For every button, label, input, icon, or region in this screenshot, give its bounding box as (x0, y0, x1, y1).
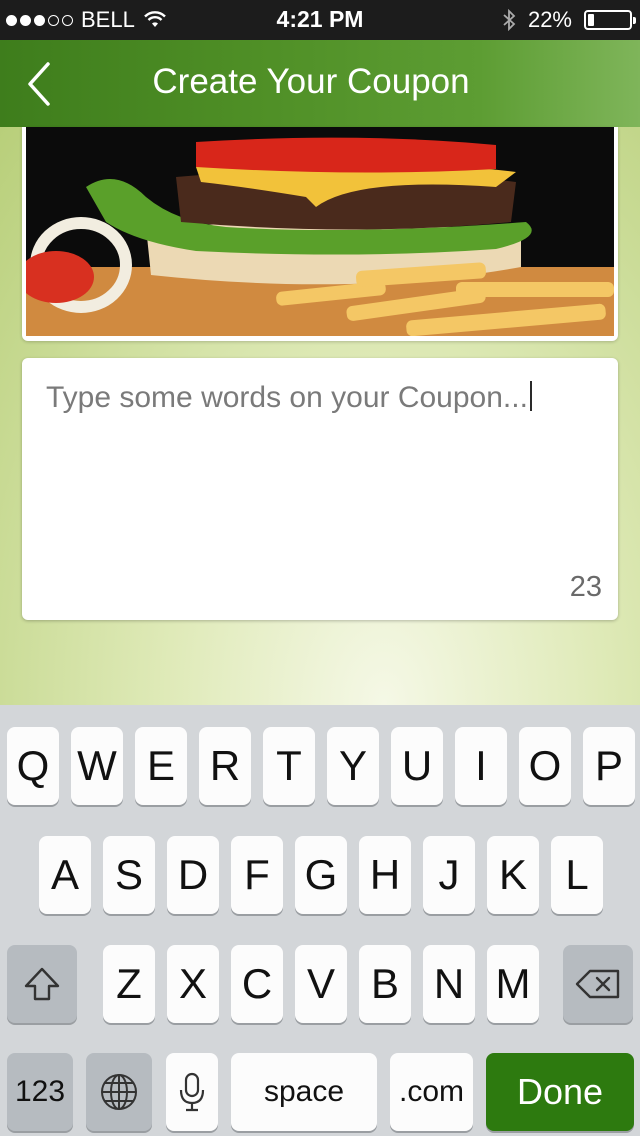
shift-key[interactable] (7, 945, 77, 1023)
key-y[interactable]: Y (327, 727, 379, 805)
coupon-image-card[interactable] (22, 127, 618, 341)
key-v[interactable]: V (295, 945, 347, 1023)
battery-icon (584, 10, 636, 30)
delete-key[interactable] (563, 945, 633, 1023)
dotcom-key[interactable]: .com (390, 1053, 473, 1131)
key-a[interactable]: A (39, 836, 91, 914)
key-n[interactable]: N (423, 945, 475, 1023)
coupon-editor: Type some words on your Coupon... 23 (0, 127, 640, 705)
key-w[interactable]: W (71, 727, 123, 805)
globe-icon (101, 1074, 137, 1110)
globe-key[interactable] (86, 1053, 152, 1131)
status-right: 22% (502, 7, 636, 33)
key-e[interactable]: E (135, 727, 187, 805)
key-t[interactable]: T (263, 727, 315, 805)
key-k[interactable]: K (487, 836, 539, 914)
key-d[interactable]: D (167, 836, 219, 914)
burger-photo (26, 127, 614, 336)
microphone-key[interactable] (166, 1053, 218, 1131)
key-o[interactable]: O (519, 727, 571, 805)
key-p[interactable]: P (583, 727, 635, 805)
key-l[interactable]: L (551, 836, 603, 914)
space-key[interactable]: space (231, 1053, 377, 1131)
battery-percent: 22% (527, 7, 572, 32)
key-f[interactable]: F (231, 836, 283, 914)
coupon-text-placeholder: Type some words on your Coupon... (46, 381, 532, 415)
key-j[interactable]: J (423, 836, 475, 914)
key-h[interactable]: H (359, 836, 411, 914)
navigation-bar: Create Your Coupon (0, 40, 640, 127)
key-m[interactable]: M (487, 945, 539, 1023)
key-g[interactable]: G (295, 836, 347, 914)
status-bar: BELL 4:21 PM 22% (0, 0, 640, 40)
keyboard: Q W E R T Y U I O P A S D F G H J K L Z … (0, 705, 640, 1136)
shift-icon (24, 967, 60, 1001)
done-button[interactable]: Done (486, 1053, 634, 1131)
key-u[interactable]: U (391, 727, 443, 805)
key-i[interactable]: I (455, 727, 507, 805)
key-q[interactable]: Q (7, 727, 59, 805)
key-z[interactable]: Z (103, 945, 155, 1023)
coupon-text-field[interactable]: Type some words on your Coupon... 23 (22, 358, 618, 620)
key-s[interactable]: S (103, 836, 155, 914)
microphone-icon (179, 1072, 205, 1112)
key-c[interactable]: C (231, 945, 283, 1023)
key-r[interactable]: R (199, 727, 251, 805)
bluetooth-icon (503, 9, 516, 31)
page-title: Create Your Coupon (152, 62, 470, 101)
character-count: 23 (569, 571, 602, 603)
numbers-key[interactable]: 123 (7, 1053, 73, 1131)
backspace-icon (575, 969, 620, 999)
key-b[interactable]: B (359, 945, 411, 1023)
text-cursor (529, 381, 532, 411)
key-x[interactable]: X (167, 945, 219, 1023)
